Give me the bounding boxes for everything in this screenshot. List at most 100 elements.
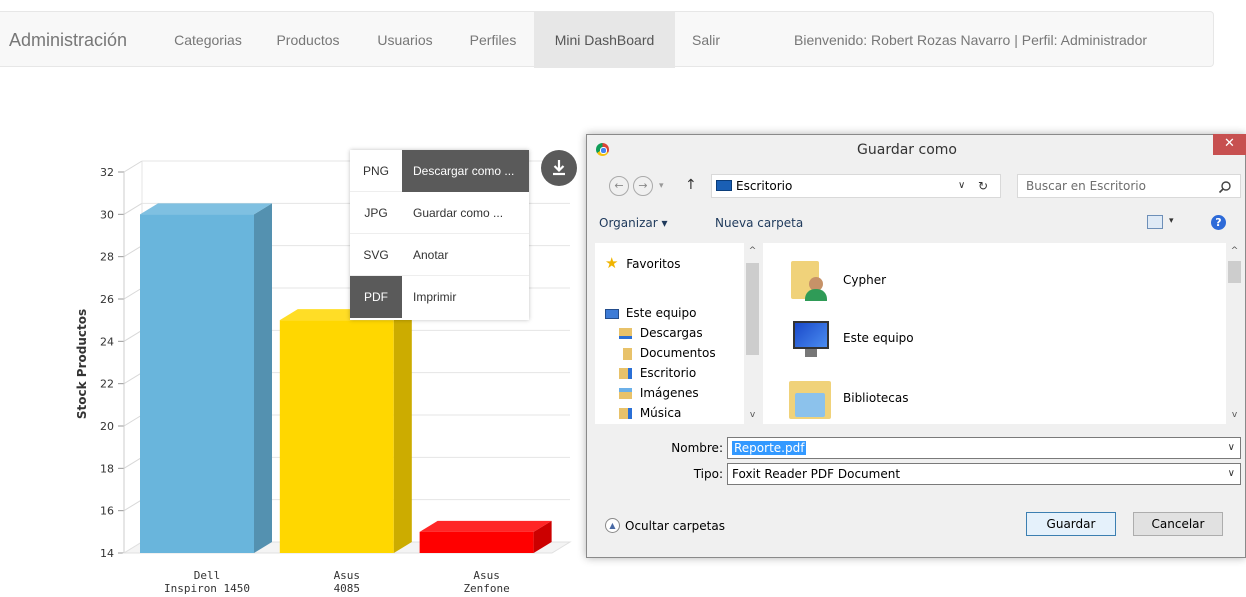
export-format-jpg[interactable]: JPG [350,192,402,234]
address-row: ← → ▾ ↑ Escritorio ∨ ↻ Buscar en Escrito… [587,172,1245,200]
file-list: Cypher Este equipo Bibliotecas ^ v [763,243,1243,424]
y-axis-title: Stock Productos [75,309,89,419]
back-icon[interactable]: ← [609,176,629,196]
export-row-svg[interactable]: SVG Anotar [350,234,529,276]
download-icon [553,160,565,176]
export-annotate-option[interactable]: Anotar [402,234,529,276]
new-folder-button[interactable]: Nueva carpeta [715,207,803,239]
welcome-text: Bienvenido: Robert Rozas Navarro | Perfi… [794,32,1148,48]
tree-item-musica[interactable]: Música [619,403,681,423]
refresh-icon[interactable]: ↻ [978,175,988,197]
close-icon[interactable]: ✕ [1213,134,1246,155]
y-tick-label: 30 [100,208,114,221]
dialog-title-bar[interactable]: Guardar como ✕ [587,134,1246,165]
tree-item-label: Escritorio [639,366,697,380]
scroll-thumb[interactable] [1228,261,1241,283]
address-text: Escritorio [736,179,793,193]
dialog-title: Guardar como [857,142,957,158]
tree-item-este-equipo[interactable]: Este equipo [605,303,696,323]
y-tick-label: 16 [100,505,114,518]
tree-item-favoritos[interactable]: ★ Favoritos [605,253,680,273]
tree-item-descargas[interactable]: Descargas [619,323,703,343]
address-dropdown-icon[interactable]: ∨ [958,175,965,197]
scroll-up-icon[interactable]: ^ [1226,243,1243,259]
file-name: Cypher [843,273,887,287]
search-icon[interactable] [1218,180,1232,194]
collapse-icon: ▲ [605,518,620,533]
tree-item-label: Este equipo [625,306,697,320]
file-name: Bibliotecas [843,391,909,405]
x-category-label: Zenfone [463,582,509,595]
grid-line-depth [123,414,143,427]
export-row-pdf[interactable]: PDF Imprimir [350,276,529,318]
view-dropdown-icon[interactable]: ▾ [1169,216,1174,226]
file-list-scrollbar[interactable]: ^ v [1226,243,1243,424]
address-bar[interactable]: Escritorio ∨ ↻ [711,174,1001,198]
hide-folders-label: Ocultar carpetas [625,519,725,533]
tree-item-documentos[interactable]: Documentos [619,343,716,363]
export-format-svg[interactable]: SVG [350,234,402,276]
libraries-folder-icon [787,377,833,421]
view-options-icon[interactable] [1147,215,1163,229]
save-button[interactable]: Guardar [1026,512,1116,536]
y-tick-label: 22 [100,378,114,391]
downloads-folder-icon [619,328,632,339]
y-tick-label: 20 [100,420,114,433]
export-row-png[interactable]: PNG Descargar como ... [350,150,529,192]
grid-line-depth [123,372,143,385]
file-item-cypher[interactable]: Cypher [783,253,1203,309]
tree-item-escritorio[interactable]: Escritorio [619,363,696,383]
pictures-folder-icon [619,388,632,399]
export-save-as-option[interactable]: Guardar como ... [402,192,529,234]
grid-line-depth [123,329,143,342]
hide-folders-toggle[interactable]: ▲ Ocultar carpetas [605,518,725,533]
y-tick-label: 18 [100,462,114,475]
user-folder-icon [787,257,833,301]
y-tick-label: 24 [100,335,114,348]
export-download-option[interactable]: Descargar como ... [402,150,529,192]
up-arrow-icon[interactable]: ↑ [685,175,697,195]
filename-value: Reporte.pdf [732,441,807,455]
computer-icon [789,319,833,359]
y-tick-label: 26 [100,293,114,306]
search-input[interactable]: Buscar en Escritorio [1017,174,1241,198]
export-download-button[interactable] [541,150,577,186]
y-tick-label: 32 [100,166,114,179]
computer-icon [605,308,619,319]
grid-line-depth [123,202,143,215]
filename-input[interactable]: Reporte.pdf ∨ [727,437,1241,459]
export-row-jpg[interactable]: JPG Guardar como ... [350,192,529,234]
tree-item-label: Descargas [639,326,703,340]
organize-button[interactable]: Organizar ▾ [599,207,668,239]
filetype-select[interactable]: Foxit Reader PDF Document ∨ [727,463,1241,485]
tree-item-label: Imágenes [639,386,699,400]
forward-icon[interactable]: → [633,176,653,196]
tree-item-label: Favoritos [626,257,681,271]
tree-item-label: Documentos [639,346,716,360]
music-folder-icon [619,408,632,419]
bar-front [279,320,394,553]
tree-item-imagenes[interactable]: Imágenes [619,383,699,403]
nav-item-salir[interactable]: Salir [675,12,737,68]
file-item-bibliotecas[interactable]: Bibliotecas [783,371,1203,424]
navigation-pane: ★ Favoritos Este equipo Descargas Docume… [595,243,761,424]
help-icon[interactable]: ? [1211,215,1226,230]
scroll-up-icon[interactable]: ^ [744,243,761,259]
file-item-este-equipo[interactable]: Este equipo [783,311,1203,367]
export-format-png[interactable]: PNG [350,150,402,192]
bar-side [393,309,412,553]
filename-dropdown-icon[interactable]: ∨ [1228,438,1235,458]
desktop-folder-icon [619,368,632,379]
export-format-pdf[interactable]: PDF [350,276,402,318]
recent-locations-icon[interactable]: ▾ [659,176,664,196]
grid-line-depth [123,160,143,173]
scroll-down-icon[interactable]: v [744,407,761,423]
navigation-scrollbar[interactable]: ^ v [744,243,761,424]
scroll-down-icon[interactable]: v [1226,407,1243,423]
export-menu: PNG Descargar como ... JPG Guardar como … [350,150,529,320]
cancel-button[interactable]: Cancelar [1133,512,1223,536]
bar-side [254,203,272,554]
scroll-thumb[interactable] [746,263,759,355]
filetype-dropdown-icon[interactable]: ∨ [1228,464,1235,484]
export-print-option[interactable]: Imprimir [402,276,529,318]
